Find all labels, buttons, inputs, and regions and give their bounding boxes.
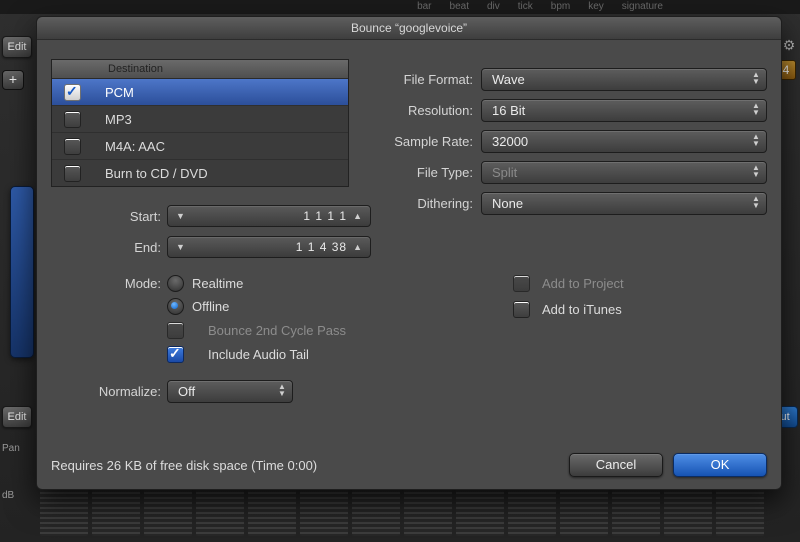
- normalize-popup[interactable]: Off ▲▼: [167, 380, 293, 403]
- add-to-project-option: Add to Project: [513, 270, 767, 296]
- bounce-2nd-label: Bounce 2nd Cycle Pass: [208, 323, 346, 338]
- end-label: End:: [51, 240, 167, 255]
- popup-caret-icon: ▲▼: [751, 133, 761, 147]
- transport-label: div: [487, 0, 500, 14]
- file-type-value: Split: [492, 165, 517, 180]
- disk-space-info: Requires 26 KB of free disk space (Time …: [51, 458, 317, 473]
- destination-row-m4a[interactable]: M4A: AAC: [52, 133, 348, 160]
- normalize-value: Off: [178, 384, 195, 399]
- cancel-button[interactable]: Cancel: [569, 453, 663, 477]
- destination-label: PCM: [105, 85, 340, 100]
- transport-label: tick: [518, 0, 533, 14]
- resolution-value: 16 Bit: [492, 103, 525, 118]
- edit-button-lower[interactable]: Edit: [2, 406, 32, 428]
- file-format-popup[interactable]: Wave ▲▼: [481, 68, 767, 91]
- end-value: 1 1 4 38: [187, 240, 351, 254]
- checkbox-bounce-2nd: [167, 322, 184, 339]
- file-format-value: Wave: [492, 72, 525, 87]
- db-label: dB: [2, 490, 14, 501]
- mode-realtime-option[interactable]: Realtime: [167, 271, 243, 295]
- checkbox-burn[interactable]: [64, 165, 81, 182]
- resolution-popup[interactable]: 16 Bit ▲▼: [481, 99, 767, 122]
- popup-caret-icon: ▲▼: [751, 71, 761, 85]
- add-to-itunes-option[interactable]: Add to iTunes: [513, 296, 767, 322]
- stepper-down-icon[interactable]: ▼: [174, 242, 187, 252]
- file-type-popup[interactable]: Split ▲▼: [481, 161, 767, 184]
- popup-caret-icon: ▲▼: [277, 383, 287, 397]
- include-audio-tail-option[interactable]: Include Audio Tail: [167, 342, 371, 366]
- popup-caret-icon: ▲▼: [751, 164, 761, 178]
- transport-label-strip: bar beat div tick bpm key signature: [0, 0, 800, 14]
- mode-realtime-label: Realtime: [192, 276, 243, 291]
- left-column: Destination PCM MP3 M4A: AAC Burn to CD …: [51, 59, 371, 402]
- resolution-label: Resolution:: [375, 103, 481, 118]
- dithering-value: None: [492, 196, 523, 211]
- include-tail-label: Include Audio Tail: [208, 347, 309, 362]
- add-button[interactable]: +: [2, 70, 24, 90]
- destination-header: Destination: [52, 60, 348, 79]
- file-format-label: File Format:: [375, 72, 481, 87]
- gear-icon[interactable]: ⚙: [780, 36, 798, 54]
- popup-caret-icon: ▲▼: [751, 102, 761, 116]
- dithering-popup[interactable]: None ▲▼: [481, 192, 767, 215]
- start-value: 1 1 1 1: [187, 209, 351, 223]
- dialog-footer: Requires 26 KB of free disk space (Time …: [51, 453, 767, 477]
- destination-list: Destination PCM MP3 M4A: AAC Burn to CD …: [51, 59, 349, 187]
- file-type-label: File Type:: [375, 165, 481, 180]
- radio-offline[interactable]: [167, 298, 184, 315]
- dithering-label: Dithering:: [375, 196, 481, 211]
- destination-label: Burn to CD / DVD: [105, 166, 340, 181]
- bounce-dialog: Bounce “googlevoice” Destination PCM MP3…: [36, 16, 782, 490]
- end-position-field[interactable]: ▼ 1 1 4 38 ▲: [167, 236, 371, 258]
- mode-offline-option[interactable]: Offline: [167, 294, 371, 318]
- stepper-down-icon[interactable]: ▼: [174, 211, 187, 221]
- checkbox-mp3[interactable]: [64, 111, 81, 128]
- checkbox-add-to-project: [513, 275, 530, 292]
- checkbox-include-tail[interactable]: [167, 346, 184, 363]
- checkbox-m4a[interactable]: [64, 138, 81, 155]
- dialog-title: Bounce “googlevoice”: [37, 17, 781, 40]
- checkbox-pcm[interactable]: [64, 84, 81, 101]
- add-to-itunes-label: Add to iTunes: [542, 302, 622, 317]
- mode-label: Mode:: [51, 276, 167, 291]
- destination-label: M4A: AAC: [105, 139, 340, 154]
- start-label: Start:: [51, 209, 167, 224]
- add-to-project-label: Add to Project: [542, 276, 624, 291]
- popup-caret-icon: ▲▼: [751, 195, 761, 209]
- sample-rate-popup[interactable]: 32000 ▲▼: [481, 130, 767, 153]
- transport-label: signature: [622, 0, 663, 14]
- mode-offline-label: Offline: [192, 299, 229, 314]
- radio-realtime[interactable]: [167, 275, 184, 292]
- destination-row-burn[interactable]: Burn to CD / DVD: [52, 160, 348, 186]
- pan-label: Pan: [2, 443, 20, 454]
- right-column: File Format: Wave ▲▼ Resolution: 16 Bit …: [375, 59, 767, 322]
- stepper-up-icon[interactable]: ▲: [351, 242, 364, 252]
- sample-rate-value: 32000: [492, 134, 528, 149]
- channel-strip-panel: [10, 186, 34, 358]
- bounce-2nd-cycle-option: Bounce 2nd Cycle Pass: [167, 318, 371, 342]
- transport-label: bpm: [551, 0, 570, 14]
- destination-row-mp3[interactable]: MP3: [52, 106, 348, 133]
- normalize-label: Normalize:: [51, 384, 167, 399]
- transport-label: beat: [450, 0, 469, 14]
- checkbox-add-to-itunes[interactable]: [513, 301, 530, 318]
- transport-label: key: [588, 0, 604, 14]
- sample-rate-label: Sample Rate:: [375, 134, 481, 149]
- destination-label: MP3: [105, 112, 340, 127]
- edit-button[interactable]: Edit: [2, 36, 32, 58]
- start-position-field[interactable]: ▼ 1 1 1 1 ▲: [167, 205, 371, 227]
- stepper-up-icon[interactable]: ▲: [351, 211, 364, 221]
- destination-row-pcm[interactable]: PCM: [52, 79, 348, 106]
- transport-label: bar: [417, 0, 431, 14]
- ok-button[interactable]: OK: [673, 453, 767, 477]
